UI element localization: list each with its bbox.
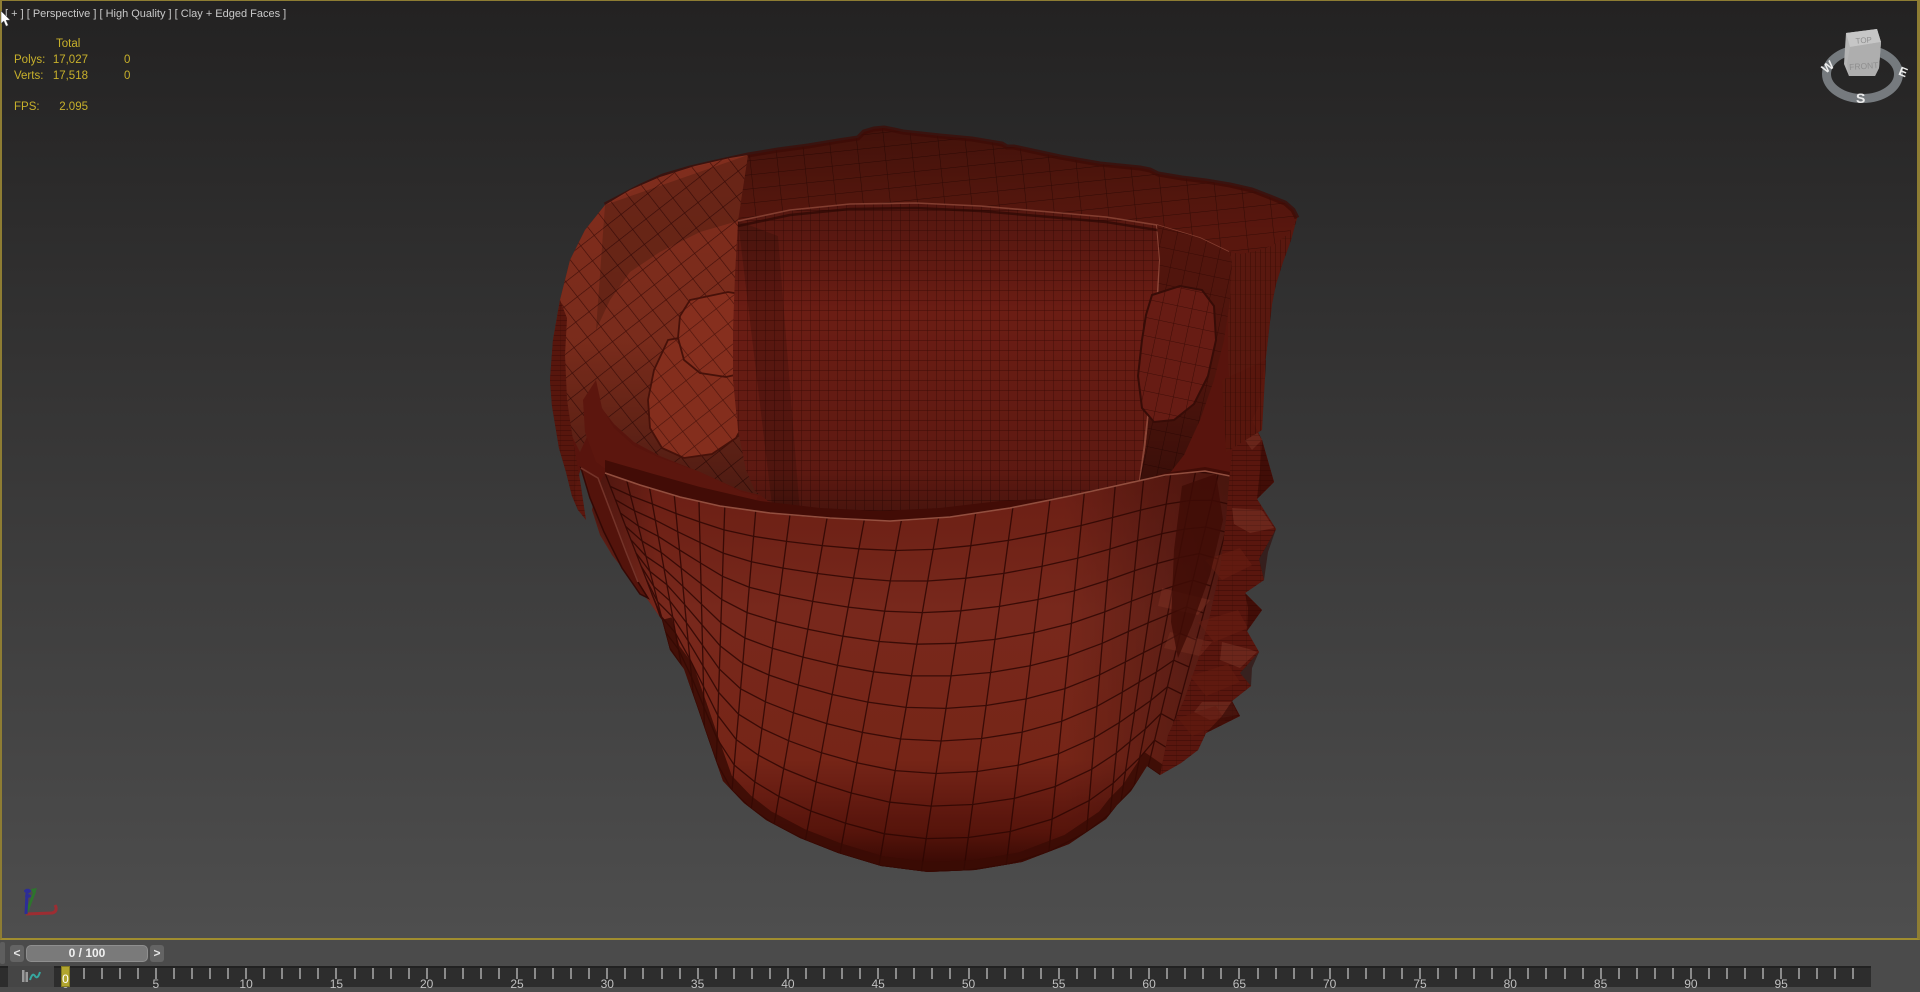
svg-text:S: S [1856,90,1865,106]
svg-text:FRONT: FRONT [1849,60,1879,72]
svg-text:TOP: TOP [1855,35,1872,45]
